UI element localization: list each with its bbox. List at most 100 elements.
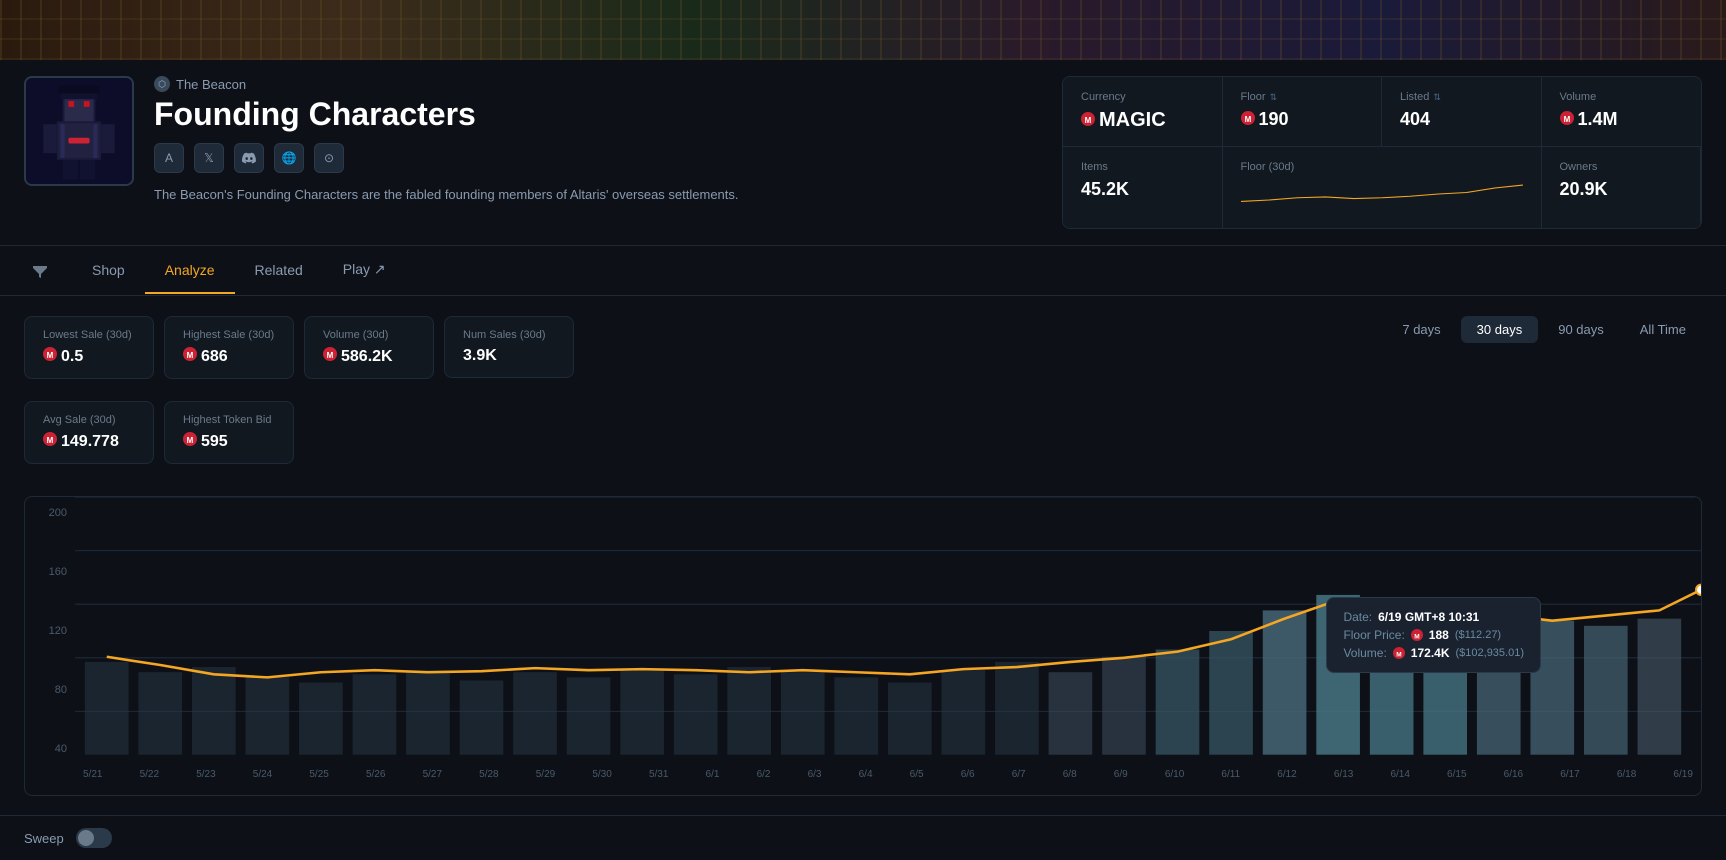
stat-floor-value: M 190 [1241,109,1364,130]
price-chart[interactable]: 200 160 120 80 40 [24,496,1702,796]
tab-shop[interactable]: Shop [72,248,145,294]
avatar-image [26,76,132,186]
x-label-66: 6/6 [961,769,975,795]
svg-text:M: M [47,351,54,360]
chart-tooltip: Date: 6/19 GMT+8 10:31 Floor Price: M 18… [1326,597,1541,673]
profile-info: ⬡ The Beacon Founding Characters A 𝕏 🌐 ⊙… [154,76,1042,205]
time-btn-alltime[interactable]: All Time [1624,316,1702,343]
x-label-614: 6/14 [1390,769,1409,795]
x-label-619: 6/19 [1673,769,1692,795]
avg-sale-value: M 149.778 [43,432,135,451]
brand-label: ⬡ The Beacon [154,76,1042,92]
stat-currency: Currency M MAGIC [1063,77,1223,147]
stat-floor30-label: Floor (30d) [1241,161,1523,173]
stat-items-value: 45.2K [1081,179,1204,200]
x-label-529: 5/29 [536,769,555,795]
stat-floor-label: Floor ⇅ [1241,91,1364,103]
svg-text:M: M [47,436,54,445]
num-sales-value: 3.9K [463,347,555,365]
collection-title: Founding Characters [154,96,1042,133]
x-label-62: 6/2 [757,769,771,795]
chart-y-axis: 200 160 120 80 40 [25,497,75,765]
time-selector: 7 days 30 days 90 days All Time [1386,316,1702,343]
social-btn-other[interactable]: ⊙ [314,143,344,173]
magic-icon-high: M [183,347,197,366]
social-btn-web[interactable]: 🌐 [274,143,304,173]
magic-icon-low: M [43,347,57,366]
y-label-200: 200 [33,507,67,519]
x-label-64: 6/4 [859,769,873,795]
time-btn-90days[interactable]: 90 days [1542,316,1620,343]
sort-icon-listed: ⇅ [1433,92,1441,103]
tooltip-price-label: Floor Price: [1343,628,1404,642]
tab-play[interactable]: Play ↗ [323,247,406,294]
stat-listed-value: 404 [1400,109,1523,130]
social-links: A 𝕏 🌐 ⊙ [154,143,1042,173]
social-btn-twitter[interactable]: 𝕏 [194,143,224,173]
stat-card-volume: Volume (30d) M 586.2K [304,316,434,379]
stat-listed: Listed ⇅ 404 [1382,77,1542,147]
x-label-528: 5/28 [479,769,498,795]
brand-icon: ⬡ [154,76,170,92]
lowest-sale-label: Lowest Sale (30d) [43,329,135,341]
highest-sale-label: Highest Sale (30d) [183,329,275,341]
brand-name: The Beacon [176,77,246,92]
social-btn-a[interactable]: A [154,143,184,173]
tooltip-volume-label: Volume: [1343,646,1386,660]
stat-owners-label: Owners [1560,161,1683,173]
tooltip-date-value: 6/19 GMT+8 10:31 [1378,610,1479,624]
svg-text:M: M [327,351,334,360]
tooltip-date-row: Date: 6/19 GMT+8 10:31 [1343,610,1524,624]
stat-currency-value: M MAGIC [1081,109,1204,132]
sweep-toggle[interactable] [76,828,112,848]
tooltip-date-label: Date: [1343,610,1372,624]
time-btn-7days[interactable]: 7 days [1386,316,1456,343]
collection-description: The Beacon's Founding Characters are the… [154,185,834,205]
x-label-67: 6/7 [1012,769,1026,795]
tab-related[interactable]: Related [235,248,323,294]
sweep-label: Sweep [24,831,64,846]
sweep-bar: Sweep [0,815,1726,860]
banner-pixels [0,0,1726,60]
x-label-612: 6/12 [1277,769,1296,795]
x-label-531: 5/31 [649,769,668,795]
x-label-63: 6/3 [808,769,822,795]
filter-button[interactable] [24,255,56,287]
svg-text:M: M [187,436,194,445]
magic-icon-tooltip-vol: M [1393,647,1405,659]
highest-bid-value: M 595 [183,432,275,451]
tooltip-volume-usd: ($102,935.01) [1456,647,1525,659]
x-label-68: 6/8 [1063,769,1077,795]
tooltip-price-usd: ($112.27) [1455,629,1501,641]
stat-card-avg-sale: Avg Sale (30d) M 149.778 [24,401,154,464]
stat-items-label: Items [1081,161,1204,173]
x-label-65: 6/5 [910,769,924,795]
time-btn-30days[interactable]: 30 days [1461,316,1539,343]
y-label-40: 40 [33,743,67,755]
magic-icon-bid: M [183,432,197,451]
stats-grid: Currency M MAGIC Floor ⇅ M 190 List [1062,76,1702,229]
tab-analyze[interactable]: Analyze [145,248,235,294]
profile-header: ⬡ The Beacon Founding Characters A 𝕏 🌐 ⊙… [0,60,1726,246]
tooltip-price-row: Floor Price: M 188 ($112.27) [1343,628,1524,642]
y-label-120: 120 [33,625,67,637]
svg-text:M: M [1414,634,1419,641]
x-label-618: 6/18 [1617,769,1636,795]
x-label-611: 6/11 [1221,769,1240,795]
magic-icon-avg: M [43,432,57,451]
svg-text:M: M [1396,652,1401,659]
magic-icon-vol: M [1560,109,1574,130]
stats-row-2: Avg Sale (30d) M 149.778 Highest Token B… [24,401,1702,464]
x-label-523: 5/23 [196,769,215,795]
svg-text:M: M [1085,116,1092,125]
social-btn-discord[interactable] [234,143,264,173]
collection-avatar [24,76,134,186]
svg-text:M: M [1563,115,1570,124]
svg-text:M: M [187,351,194,360]
x-label-69: 6/9 [1114,769,1128,795]
sort-icon: ⇅ [1270,92,1278,103]
stat-card-lowest-sale: Lowest Sale (30d) M 0.5 [24,316,154,379]
x-label-525: 5/25 [309,769,328,795]
num-sales-label: Num Sales (30d) [463,329,555,341]
floor-sparkline [1241,179,1523,209]
